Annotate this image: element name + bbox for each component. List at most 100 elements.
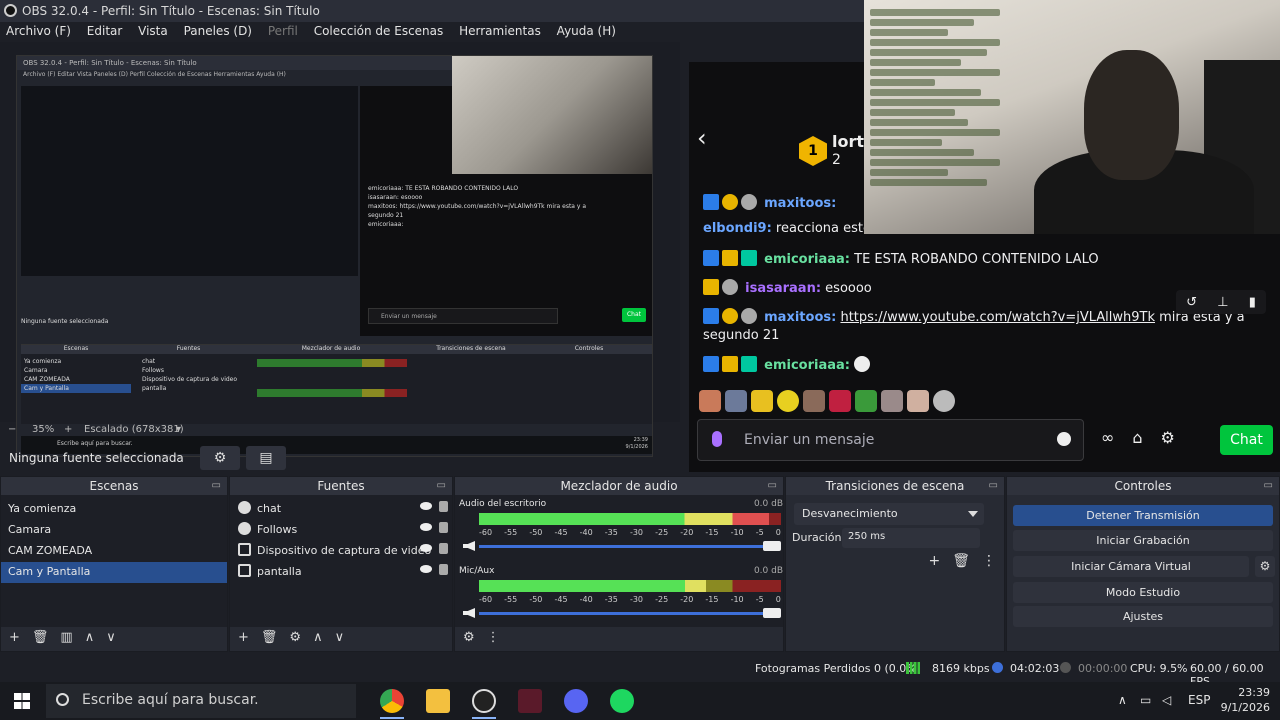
- emote-icon[interactable]: [725, 390, 747, 412]
- add-icon[interactable]: +: [928, 553, 940, 569]
- chat-username[interactable]: maxitoos: [764, 196, 831, 211]
- menu-dots-icon[interactable]: ⋮: [982, 553, 996, 569]
- menu-vista[interactable]: Vista: [132, 22, 174, 40]
- emote-icon[interactable]: [777, 390, 799, 412]
- chat-username[interactable]: elbondi9: [703, 221, 767, 236]
- trash-icon[interactable]: ▮: [1249, 295, 1256, 310]
- emote-icon[interactable]: [933, 390, 955, 412]
- arrow-down-icon[interactable]: ∨: [335, 630, 345, 645]
- add-icon[interactable]: +: [238, 630, 249, 645]
- settings-button[interactable]: Ajustes: [1013, 606, 1273, 627]
- volume-slider[interactable]: [479, 608, 781, 618]
- emote-picker-icon[interactable]: [1057, 432, 1071, 446]
- slider-knob[interactable]: [763, 608, 781, 618]
- undock-icon[interactable]: ▭: [989, 477, 998, 495]
- pin-icon[interactable]: ⊥: [1217, 295, 1228, 310]
- file-explorer-icon[interactable]: [426, 689, 450, 713]
- filters-icon[interactable]: ▥: [60, 630, 72, 645]
- source-item[interactable]: chat: [230, 498, 452, 519]
- network-icon[interactable]: ▭: [1140, 693, 1151, 707]
- undock-icon[interactable]: ▭: [768, 477, 777, 495]
- advanced-audio-icon[interactable]: ⚙: [463, 630, 475, 645]
- microphone-icon[interactable]: [712, 431, 722, 447]
- lock-icon[interactable]: [439, 543, 448, 554]
- capcut-icon[interactable]: [518, 689, 542, 713]
- menu-archivo[interactable]: Archivo (F): [0, 22, 77, 40]
- speaker-icon[interactable]: [463, 608, 475, 618]
- emote-icon[interactable]: [829, 390, 851, 412]
- undock-icon[interactable]: ▭: [1264, 477, 1273, 495]
- menu-dots-icon[interactable]: ⋮: [487, 630, 500, 645]
- menu-herramientas[interactable]: Herramientas: [453, 22, 547, 40]
- reply-icon[interactable]: ↺: [1186, 295, 1197, 310]
- back-arrow-icon[interactable]: ‹: [697, 124, 707, 152]
- chat-username[interactable]: emicoriaaa: [764, 358, 845, 373]
- source-filters-icon[interactable]: ▤: [246, 446, 286, 470]
- discord-icon[interactable]: [564, 689, 588, 713]
- chrome-icon[interactable]: [380, 689, 404, 713]
- lock-icon[interactable]: [439, 501, 448, 512]
- chevron-down-icon[interactable]: ▾: [176, 424, 181, 435]
- transition-select[interactable]: Desvanecimiento: [794, 503, 984, 525]
- arrow-up-icon[interactable]: ∧: [85, 630, 95, 645]
- spotify-icon[interactable]: [610, 689, 634, 713]
- stop-streaming-button[interactable]: Detener Transmisión: [1013, 505, 1273, 526]
- emote-icon[interactable]: [751, 390, 773, 412]
- chat-username[interactable]: maxitoos: [764, 310, 831, 325]
- add-icon[interactable]: +: [9, 630, 20, 645]
- scene-item[interactable]: Camara: [1, 520, 227, 541]
- source-item[interactable]: Follows: [230, 519, 452, 540]
- trash-icon[interactable]: 🗑: [952, 553, 970, 569]
- chat-message-input[interactable]: Enviar un mensaje: [697, 419, 1084, 461]
- menu-ayuda[interactable]: Ayuda (H): [551, 22, 622, 40]
- gear-icon[interactable]: ⚙: [1160, 428, 1174, 447]
- scale-mode[interactable]: Escalado (678x381): [84, 424, 184, 435]
- scene-item[interactable]: CAM ZOMEADA: [1, 541, 227, 562]
- chat-username[interactable]: emicoriaaa: [764, 252, 845, 267]
- trash-icon[interactable]: 🗑: [261, 630, 278, 645]
- speaker-icon[interactable]: [463, 541, 475, 551]
- zoom-in-icon[interactable]: +: [64, 424, 72, 435]
- language-indicator[interactable]: ESP: [1188, 693, 1210, 707]
- taskbar-clock[interactable]: 23:39 9/1/2026: [1221, 685, 1270, 715]
- duration-input[interactable]: 250 ms: [842, 528, 980, 548]
- chevron-up-icon[interactable]: ∧: [1118, 693, 1127, 707]
- menu-paneles[interactable]: Paneles (D): [178, 22, 258, 40]
- emote-icon[interactable]: [907, 390, 929, 412]
- scene-item-selected[interactable]: Cam y Pantalla: [1, 562, 227, 583]
- start-virtual-camera-button[interactable]: Iniciar Cámara Virtual: [1013, 556, 1249, 577]
- start-recording-button[interactable]: Iniciar Grabación: [1013, 530, 1273, 551]
- gear-icon[interactable]: ⚙: [289, 630, 301, 645]
- volume-slider[interactable]: [479, 541, 781, 551]
- eye-icon[interactable]: [420, 565, 432, 573]
- eye-icon[interactable]: [420, 544, 432, 552]
- undock-icon[interactable]: ▭: [437, 477, 446, 495]
- lock-icon[interactable]: [439, 522, 448, 533]
- lock-icon[interactable]: [439, 564, 448, 575]
- chat-username[interactable]: isasaraan: [745, 281, 816, 296]
- eye-icon[interactable]: [420, 502, 432, 510]
- scene-item[interactable]: Ya comienza: [1, 499, 227, 520]
- store-icon[interactable]: ⌂: [1132, 428, 1142, 447]
- emote-icon[interactable]: [803, 390, 825, 412]
- menu-editar[interactable]: Editar: [81, 22, 129, 40]
- source-properties-gear-icon[interactable]: ⚙: [200, 446, 240, 470]
- preview-canvas[interactable]: OBS 32.0.4 - Perfil: Sin Título - Escena…: [0, 42, 680, 457]
- channel-points-icon[interactable]: ∞: [1101, 428, 1114, 447]
- undock-icon[interactable]: ▭: [212, 477, 221, 495]
- obs-icon[interactable]: [472, 689, 496, 713]
- studio-mode-button[interactable]: Modo Estudio: [1013, 582, 1273, 603]
- eye-icon[interactable]: [420, 523, 432, 531]
- volume-icon[interactable]: ◁: [1162, 693, 1171, 707]
- zoom-out-icon[interactable]: −: [8, 424, 16, 435]
- source-item[interactable]: pantalla: [230, 561, 452, 582]
- menu-coleccion-escenas[interactable]: Colección de Escenas: [308, 22, 450, 40]
- trash-icon[interactable]: 🗑: [32, 630, 49, 645]
- emote-icon[interactable]: [881, 390, 903, 412]
- arrow-down-icon[interactable]: ∨: [106, 630, 116, 645]
- arrow-up-icon[interactable]: ∧: [313, 630, 323, 645]
- taskbar-search[interactable]: Escribe aquí para buscar.: [46, 684, 356, 718]
- emote-icon[interactable]: [855, 390, 877, 412]
- virtual-camera-gear-icon[interactable]: ⚙: [1255, 556, 1275, 577]
- emote-icon[interactable]: [699, 390, 721, 412]
